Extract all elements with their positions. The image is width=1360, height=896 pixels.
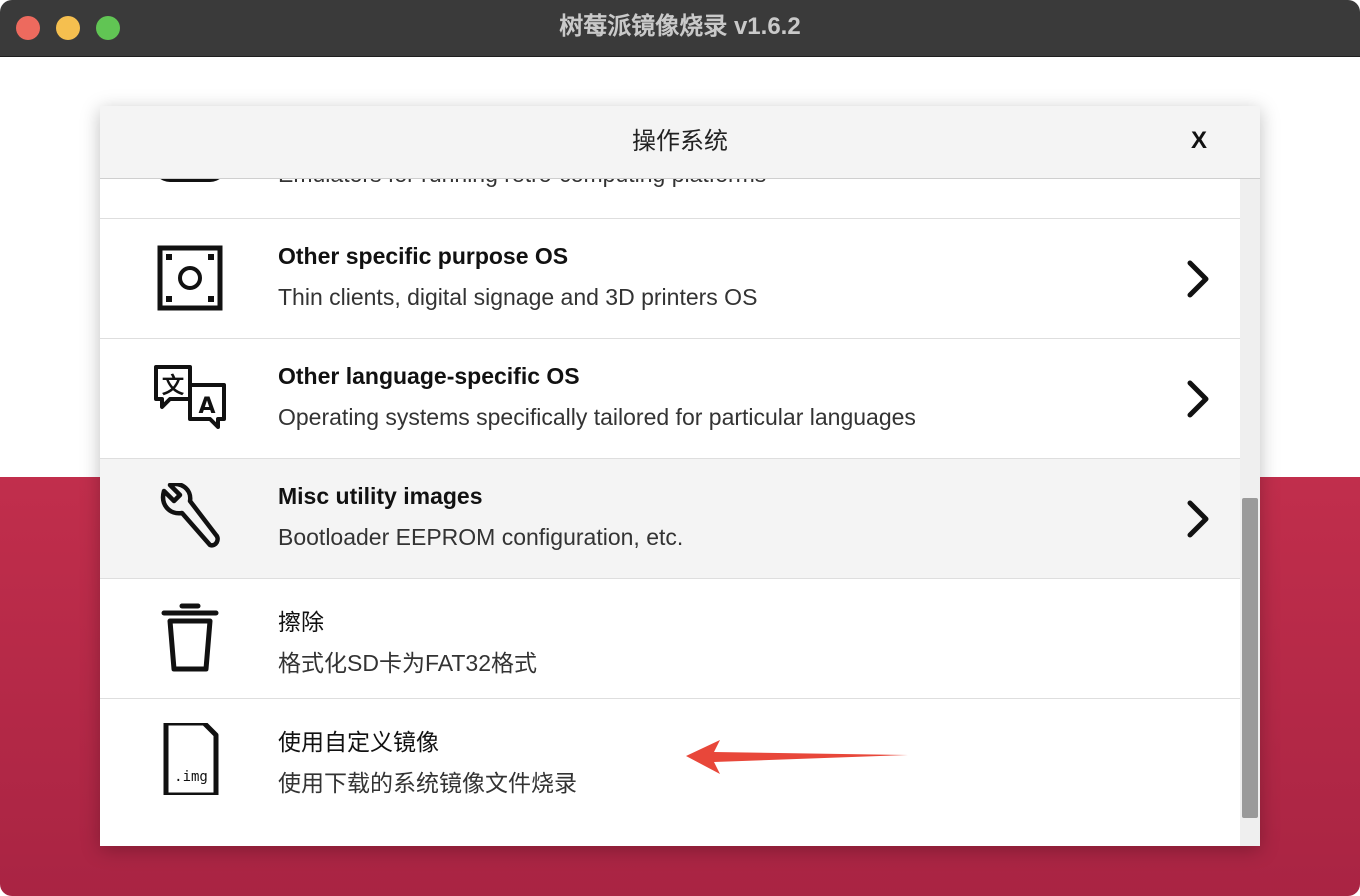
wrench-icon [150, 483, 230, 555]
list-item-misc-utility[interactable]: Misc utility images Bootloader EEPROM co… [100, 459, 1240, 579]
list-item-title: 使用自定义镜像 [278, 729, 439, 755]
svg-text:A: A [198, 394, 215, 419]
svg-text:文: 文 [162, 373, 185, 399]
list-item-title: Other language-specific OS [278, 363, 580, 389]
window-title: 树莓派镜像烧录 v1.6.2 [559, 13, 801, 40]
list-item-desc: Bootloader EEPROM configuration, etc. [278, 524, 684, 550]
list-item-desc: Thin clients, digital signage and 3D pri… [278, 284, 758, 310]
svg-text:.img: .img [174, 769, 208, 785]
os-list: Emulators for running retro-computing pl… [100, 106, 1240, 846]
scrollbar-thumb[interactable] [1242, 498, 1258, 818]
list-item-other-specific-purpose[interactable]: Other specific purpose OS Thin clients, … [100, 219, 1240, 339]
list-item-title: Other specific purpose OS [278, 243, 569, 269]
list-item-language-specific[interactable]: 文 A Other language-specific OS Operating… [100, 339, 1240, 459]
list-item-erase[interactable]: 擦除 格式化SD卡为FAT32格式 [100, 579, 1240, 699]
list-item-custom-image[interactable]: .img 使用自定义镜像 使用下载的系统镜像文件烧录 [100, 699, 1240, 818]
chevron-right-icon [1182, 499, 1214, 539]
list-item-desc: Operating systems specifically tailored … [278, 404, 916, 430]
dialog-header: 操作系统 X [100, 106, 1260, 179]
chevron-right-icon [1182, 379, 1214, 419]
list-item-desc: 格式化SD卡为FAT32格式 [278, 650, 537, 676]
title-bar: 树莓派镜像烧录 v1.6.2 [0, 0, 1360, 57]
img-file-icon: .img [150, 723, 230, 795]
annotation-arrow-icon [684, 738, 910, 778]
os-selection-dialog: Emulators for running retro-computing pl… [100, 106, 1260, 846]
close-button[interactable]: X [1184, 126, 1214, 156]
trash-icon [150, 603, 230, 675]
list-item-title: Misc utility images [278, 483, 483, 509]
dialog-title: 操作系统 [632, 128, 728, 155]
device-box-icon [150, 243, 230, 315]
chevron-right-icon [1182, 259, 1214, 299]
list-item-title: 擦除 [278, 609, 324, 635]
app-window: 树莓派镜像烧录 v1.6.2 Emulators for running ret… [0, 0, 1360, 896]
translate-icon: 文 A [150, 363, 230, 435]
list-item-desc: 使用下载的系统镜像文件烧录 [278, 770, 577, 796]
